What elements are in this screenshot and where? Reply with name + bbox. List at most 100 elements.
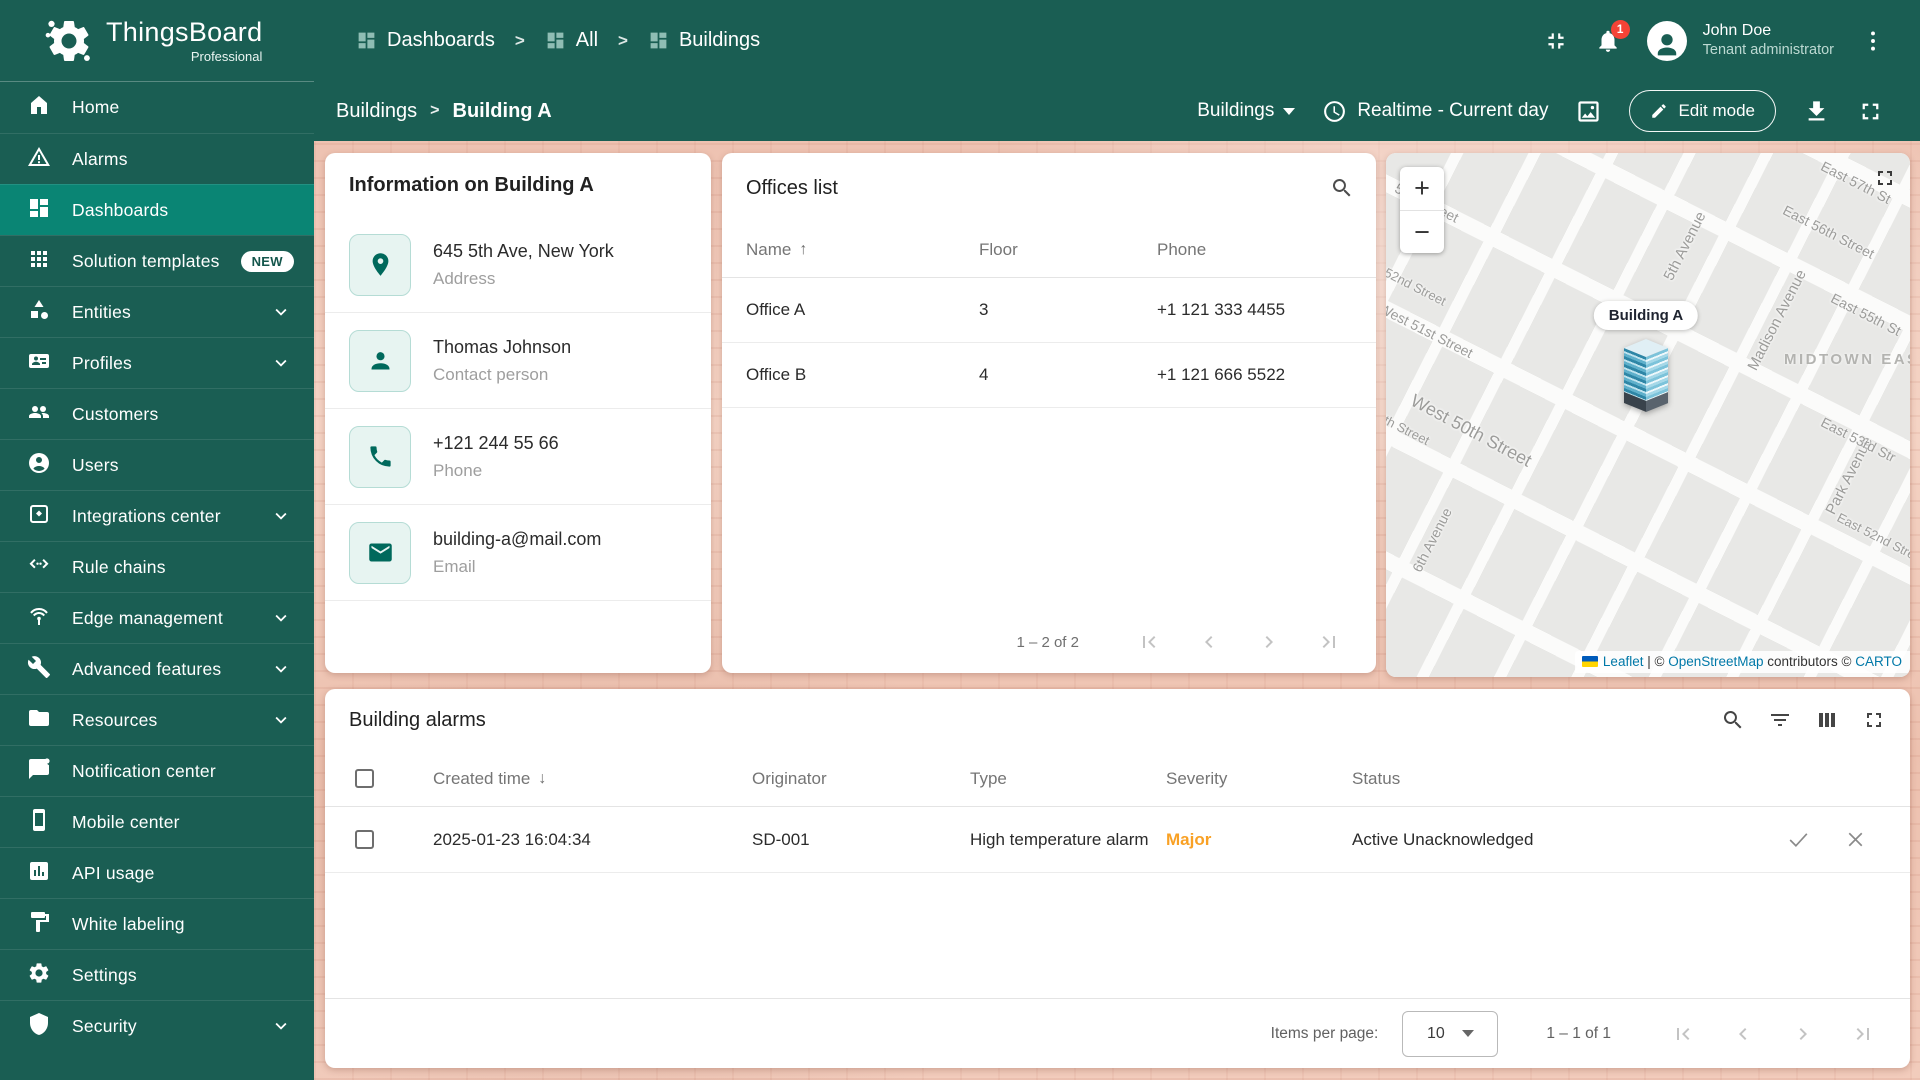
sidebar-item-security[interactable]: Security bbox=[0, 1000, 314, 1051]
sidebar-item-customers[interactable]: Customers bbox=[0, 388, 314, 439]
table-row[interactable]: Office A 3 +1 121 333 4455 bbox=[722, 278, 1376, 343]
timewindow-button[interactable]: Realtime - Current day bbox=[1322, 99, 1548, 124]
sidebar-item-home[interactable]: Home bbox=[0, 82, 314, 133]
alarms-widget-actions bbox=[1721, 708, 1886, 732]
column-header-created-time[interactable]: Created time bbox=[433, 769, 530, 789]
sidebar-item-white-labeling[interactable]: White labeling bbox=[0, 898, 314, 949]
next-page-icon[interactable] bbox=[1257, 630, 1281, 654]
last-page-icon[interactable] bbox=[1317, 630, 1341, 654]
sidebar-item-advanced-features[interactable]: Advanced features bbox=[0, 643, 314, 694]
street-label: 5th Avenue bbox=[1660, 208, 1710, 284]
column-header-type[interactable]: Type bbox=[970, 769, 1166, 789]
download-icon[interactable] bbox=[1803, 98, 1830, 125]
sidebar-item-resources[interactable]: Resources bbox=[0, 694, 314, 745]
entities-icon bbox=[27, 298, 51, 327]
exit-fullscreen-icon[interactable] bbox=[1543, 28, 1569, 54]
dashboard-canvas: Information on Building A 645 5th Ave, N… bbox=[314, 141, 1920, 1080]
sidebar-item-rule-chains[interactable]: Rule chains bbox=[0, 541, 314, 592]
user-menu[interactable]: John Doe Tenant administrator bbox=[1703, 21, 1834, 59]
contact-value: Thomas Johnson bbox=[433, 336, 572, 357]
table-row[interactable]: Office B 4 +1 121 666 5522 bbox=[722, 343, 1376, 408]
dashboard-breadcrumb-root[interactable]: Buildings bbox=[336, 100, 417, 123]
edit-mode-button[interactable]: Edit mode bbox=[1629, 90, 1776, 132]
sidebar-item-edge-management[interactable]: Edge management bbox=[0, 592, 314, 643]
breadcrumb-item-all[interactable]: All bbox=[545, 29, 598, 52]
first-page-icon[interactable] bbox=[1137, 630, 1161, 654]
sidebar-item-dashboards[interactable]: Dashboards bbox=[0, 184, 314, 235]
sidebar-item-integrations-center[interactable]: Integrations center bbox=[0, 490, 314, 541]
row-checkbox[interactable] bbox=[355, 830, 374, 849]
dashboard-grid-icon bbox=[547, 32, 564, 49]
breadcrumb-item-dashboards[interactable]: Dashboards bbox=[356, 29, 495, 52]
breadcrumb-item-buildings[interactable]: Buildings bbox=[648, 29, 760, 52]
zoom-in-button[interactable]: + bbox=[1400, 167, 1444, 210]
leaflet-link[interactable]: Leaflet bbox=[1603, 654, 1644, 669]
carto-link[interactable]: CARTO bbox=[1855, 654, 1902, 669]
app-logo[interactable]: ThingsBoard Professional bbox=[0, 16, 314, 66]
dashboards-icon bbox=[27, 196, 51, 225]
alarm-table-row[interactable]: 2025-01-23 16:04:34 SD-001 High temperat… bbox=[325, 807, 1910, 873]
map-zoom-control: + − bbox=[1400, 167, 1444, 253]
sidebar-item-api-usage[interactable]: API usage bbox=[0, 847, 314, 898]
office-floor: 4 bbox=[979, 365, 989, 384]
offices-table-header: Name ↑ Floor Phone bbox=[722, 223, 1376, 278]
zoom-out-button[interactable]: − bbox=[1400, 210, 1444, 253]
clear-icon[interactable] bbox=[1843, 827, 1868, 852]
alarm-type: High temperature alarm bbox=[970, 829, 1149, 849]
notifications-button[interactable]: 1 bbox=[1595, 19, 1630, 54]
building-info-widget: Information on Building A 645 5th Ave, N… bbox=[325, 153, 711, 673]
filter-icon[interactable] bbox=[1768, 708, 1792, 732]
column-header-phone[interactable]: Phone bbox=[1157, 240, 1352, 260]
sidebar-item-label: Notification center bbox=[72, 760, 216, 781]
whitelabel-icon bbox=[27, 910, 51, 939]
search-icon[interactable] bbox=[1330, 176, 1354, 205]
fullscreen-icon[interactable] bbox=[1862, 708, 1886, 732]
entity-select-value: Buildings bbox=[1197, 100, 1275, 121]
sidebar-item-settings[interactable]: Settings bbox=[0, 949, 314, 1000]
more-menu-icon[interactable] bbox=[1860, 28, 1886, 54]
first-page-icon[interactable] bbox=[1671, 1022, 1695, 1046]
sidebar-item-notification-center[interactable]: Notification center bbox=[0, 745, 314, 796]
acknowledge-icon[interactable] bbox=[1786, 827, 1811, 852]
column-header-status[interactable]: Status bbox=[1352, 769, 1754, 789]
sidebar-item-profiles[interactable]: Profiles bbox=[0, 337, 314, 388]
osm-link[interactable]: OpenStreetMap bbox=[1668, 654, 1763, 669]
sidebar-item-mobile-center[interactable]: Mobile center bbox=[0, 796, 314, 847]
prev-page-icon[interactable] bbox=[1197, 630, 1221, 654]
next-page-icon[interactable] bbox=[1791, 1022, 1815, 1046]
column-header-originator[interactable]: Originator bbox=[752, 769, 970, 789]
select-all-checkbox[interactable] bbox=[355, 769, 374, 788]
building-marker[interactable] bbox=[1614, 339, 1678, 423]
column-header-floor[interactable]: Floor bbox=[979, 240, 1157, 260]
search-icon[interactable] bbox=[1721, 708, 1745, 732]
map-marker-label[interactable]: Building A bbox=[1593, 301, 1699, 330]
info-row-address: 645 5th Ave, New York Address bbox=[325, 217, 711, 313]
columns-icon[interactable] bbox=[1815, 708, 1839, 732]
page-range: 1 – 2 of 2 bbox=[1016, 633, 1079, 651]
sidebar-item-entities[interactable]: Entities bbox=[0, 286, 314, 337]
user-role: Tenant administrator bbox=[1702, 42, 1834, 59]
sidebar-item-label: Advanced features bbox=[72, 658, 222, 679]
notification-badge: 1 bbox=[1610, 19, 1630, 39]
items-per-page-select[interactable]: 10 bbox=[1402, 1010, 1499, 1057]
map-fullscreen-icon[interactable] bbox=[1873, 166, 1897, 195]
api-icon bbox=[27, 859, 51, 888]
sidebar-item-users[interactable]: Users bbox=[0, 439, 314, 490]
avatar[interactable] bbox=[1646, 20, 1687, 61]
map[interactable]: 53rd StreetWest 52nd StreetWest 51st Str… bbox=[1386, 153, 1910, 677]
sidebar-item-alarms[interactable]: Alarms bbox=[0, 133, 314, 184]
sidebar-item-solution-templates[interactable]: Solution templates NEW bbox=[0, 235, 314, 286]
sidebar-item-label: Resources bbox=[72, 709, 158, 730]
address-value: 645 5th Ave, New York bbox=[433, 240, 614, 261]
column-header-severity[interactable]: Severity bbox=[1166, 769, 1352, 789]
last-page-icon[interactable] bbox=[1851, 1022, 1875, 1046]
entity-select[interactable]: Buildings bbox=[1197, 100, 1296, 122]
image-gallery-icon[interactable] bbox=[1575, 98, 1602, 125]
prev-page-icon[interactable] bbox=[1731, 1022, 1755, 1046]
attribution-text: contributors © bbox=[1763, 654, 1856, 669]
sidebar-item-label: Alarms bbox=[72, 148, 128, 169]
fullscreen-icon[interactable] bbox=[1857, 98, 1884, 125]
column-header-name[interactable]: Name bbox=[746, 240, 791, 260]
sidebar-item-label: Security bbox=[72, 1015, 137, 1036]
area-label: MIDTOWN EAST bbox=[1784, 351, 1910, 368]
